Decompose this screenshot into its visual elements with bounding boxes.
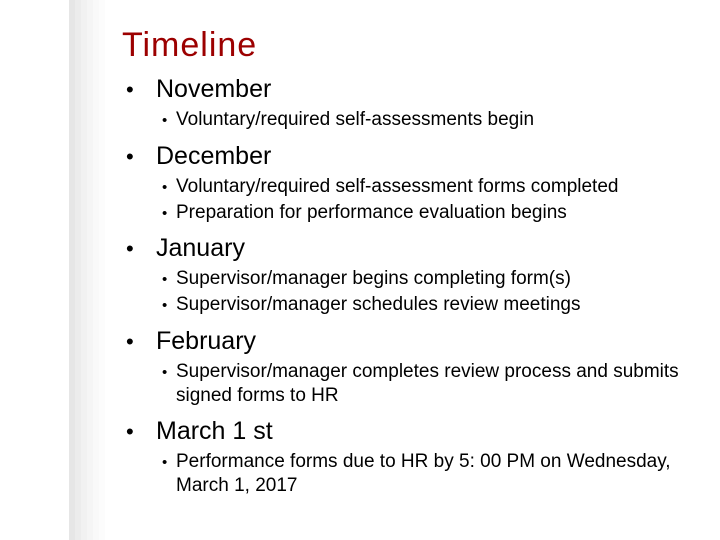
item-text: Supervisor/manager completes review proc… <box>176 360 682 408</box>
bullet-icon: • <box>122 329 156 355</box>
timeline-item: • Preparation for performance evaluation… <box>122 201 682 225</box>
month-label: February <box>156 327 256 356</box>
bullet-icon: • <box>122 419 156 445</box>
bullet-icon: • <box>122 77 156 103</box>
timeline-item: • Voluntary/required self-assessments be… <box>122 108 682 132</box>
timeline-item: • Voluntary/required self-assessment for… <box>122 175 682 199</box>
bullet-icon: • <box>122 205 176 222</box>
page-title: Timeline <box>122 26 682 65</box>
bullet-icon: • <box>122 454 176 471</box>
timeline-section: • November • Voluntary/required self-ass… <box>122 75 682 132</box>
timeline-list: • November • Voluntary/required self-ass… <box>122 75 682 498</box>
timeline-item: • Supervisor/manager schedules review me… <box>122 293 682 317</box>
timeline-section: • February • Supervisor/manager complete… <box>122 327 682 408</box>
item-text: Performance forms due to HR by 5: 00 PM … <box>176 450 682 498</box>
timeline-item: • Supervisor/manager completes review pr… <box>122 360 682 408</box>
bullet-icon: • <box>122 297 176 314</box>
timeline-item: • Performance forms due to HR by 5: 00 P… <box>122 450 682 498</box>
timeline-section: • December • Voluntary/required self-ass… <box>122 142 682 225</box>
timeline-item: • Supervisor/manager begins completing f… <box>122 267 682 291</box>
bullet-icon: • <box>122 364 176 381</box>
bullet-icon: • <box>122 271 176 288</box>
item-text: Supervisor/manager begins completing for… <box>176 267 682 291</box>
item-text: Preparation for performance evaluation b… <box>176 201 682 225</box>
item-text: Voluntary/required self-assessment forms… <box>176 175 682 199</box>
bullet-icon: • <box>122 179 176 196</box>
content-area: Timeline • November • Voluntary/required… <box>122 26 682 508</box>
timeline-section: • March 1 st • Performance forms due to … <box>122 417 682 498</box>
month-label: January <box>156 234 245 263</box>
month-label: December <box>156 142 271 171</box>
slide: Timeline • November • Voluntary/required… <box>0 0 720 540</box>
item-text: Voluntary/required self-assessments begi… <box>176 108 682 132</box>
bullet-icon: • <box>122 112 176 129</box>
month-label: November <box>156 75 271 104</box>
bullet-icon: • <box>122 236 156 262</box>
timeline-section: • January • Supervisor/manager begins co… <box>122 234 682 317</box>
bullet-icon: • <box>122 144 156 170</box>
decorative-stripes <box>69 0 105 540</box>
item-text: Supervisor/manager schedules review meet… <box>176 293 682 317</box>
month-label: March 1 st <box>156 417 273 446</box>
